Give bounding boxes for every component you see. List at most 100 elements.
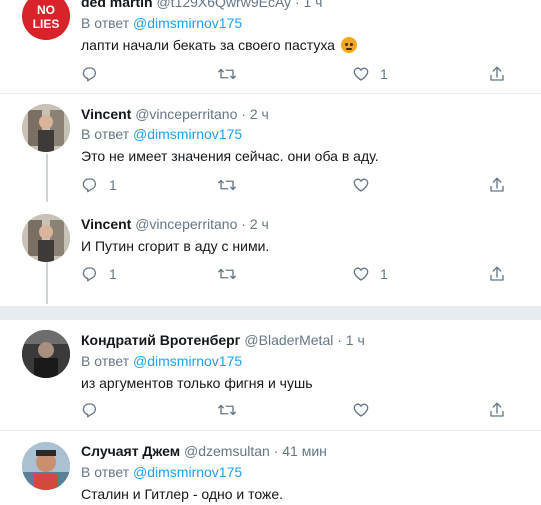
share-icon xyxy=(490,266,504,281)
tweet-header: Vincent @vinceperritano · 2 ч xyxy=(81,215,269,233)
reply-icon xyxy=(82,178,97,193)
author-name[interactable]: Случаят Джем xyxy=(81,443,180,459)
tweet-divider xyxy=(0,93,541,94)
like-button[interactable]: 1 xyxy=(352,64,388,84)
reply-context: В ответ @dimsmirnov175 xyxy=(81,352,242,370)
reply-prefix: В ответ xyxy=(81,126,130,142)
svg-text:NO: NO xyxy=(37,3,55,17)
retweet-icon xyxy=(218,68,236,80)
tweet-header: Vincent @vinceperritano · 2 ч xyxy=(81,105,269,123)
retweet-button[interactable] xyxy=(217,64,247,84)
tweet-actions: 1 xyxy=(0,64,541,84)
reply-button[interactable] xyxy=(81,64,109,84)
separator-dot: · xyxy=(294,0,300,10)
tweet-actions xyxy=(0,400,541,420)
share-button[interactable] xyxy=(488,400,506,420)
reply-button[interactable]: 1 xyxy=(81,264,117,284)
tweet-text: Это не имеет значения сейчас. они оба в … xyxy=(81,148,379,164)
tweet-actions: 1 xyxy=(0,175,541,195)
heart-icon xyxy=(353,267,369,281)
share-button[interactable] xyxy=(488,175,506,195)
avatar[interactable]: NO LIES xyxy=(22,0,70,40)
author-name[interactable]: Vincent xyxy=(81,106,131,122)
retweet-button[interactable] xyxy=(217,175,247,195)
author-name[interactable]: Vincent xyxy=(81,216,131,232)
timestamp[interactable]: 41 мин xyxy=(282,443,327,459)
reply-count: 1 xyxy=(109,266,117,282)
share-button[interactable] xyxy=(488,64,506,84)
thread-line xyxy=(46,262,48,304)
avatar[interactable] xyxy=(22,214,70,262)
timestamp[interactable]: 1 ч xyxy=(346,332,365,348)
author-name[interactable]: ded martin xyxy=(81,0,153,10)
reply-icon xyxy=(82,403,97,418)
reply-button[interactable] xyxy=(81,400,109,420)
share-button[interactable] xyxy=(488,264,506,284)
reply-mention-link[interactable]: @dimsmirnov175 xyxy=(133,15,242,31)
share-icon xyxy=(490,402,504,417)
author-handle[interactable]: @t129X6Qwrw9EcAy xyxy=(156,0,291,10)
author-name[interactable]: Кондратий Вротенберг xyxy=(81,332,241,348)
like-button[interactable]: 1 xyxy=(352,264,388,284)
reply-mention-link[interactable]: @dimsmirnov175 xyxy=(133,126,242,142)
like-button[interactable] xyxy=(352,175,380,195)
avatar[interactable] xyxy=(22,104,70,152)
reply-mention-link[interactable]: @dimsmirnov175 xyxy=(133,353,242,369)
avatar-photo-icon xyxy=(22,330,70,378)
separator-dot: · xyxy=(241,216,246,232)
tweet-header: Кондратий Вротенберг @BladerMetal · 1 ч xyxy=(81,331,365,349)
reply-icon xyxy=(82,267,97,282)
section-gap xyxy=(0,306,541,320)
retweet-button[interactable] xyxy=(217,264,247,284)
avatar[interactable] xyxy=(22,442,70,490)
avatar-photo-icon xyxy=(22,104,70,152)
timestamp[interactable]: 2 ч xyxy=(250,216,269,232)
like-count: 1 xyxy=(380,66,388,82)
share-icon xyxy=(490,66,504,81)
separator-dot: · xyxy=(273,443,279,459)
reply-mention-link[interactable]: @dimsmirnov175 xyxy=(133,464,242,480)
retweet-icon xyxy=(218,404,236,416)
tweet-header: ded martin @t129X6Qwrw9EcAy · 1 ч xyxy=(81,0,322,11)
reply-context: В ответ @dimsmirnov175 xyxy=(81,463,242,481)
author-handle[interactable]: @BladerMetal xyxy=(244,332,333,348)
tweet-divider xyxy=(0,430,541,431)
tweet-text: Сталин и Гитлер - одно и тоже. xyxy=(81,486,284,502)
author-handle[interactable]: @vinceperritano xyxy=(135,106,237,122)
reply-prefix: В ответ xyxy=(81,15,130,31)
tweet-text: из аргументов только фигня и чушь xyxy=(81,375,313,391)
heart-icon xyxy=(353,403,369,417)
reply-prefix: В ответ xyxy=(81,353,130,369)
like-count: 1 xyxy=(380,266,388,282)
reply-count: 1 xyxy=(109,177,117,193)
angry-face-icon xyxy=(340,37,357,53)
reply-prefix: В ответ xyxy=(81,464,130,480)
no-lies-logo-icon: NO LIES xyxy=(22,0,70,40)
like-button[interactable] xyxy=(352,400,380,420)
separator-dot: · xyxy=(337,332,342,348)
reply-button[interactable]: 1 xyxy=(81,175,117,195)
thread-line xyxy=(46,154,48,202)
heart-icon xyxy=(353,67,369,81)
tweet-text: И Путин сгорит в аду с ними. xyxy=(81,238,270,254)
tweet-actions: 1 1 xyxy=(0,264,541,284)
retweet-icon xyxy=(218,268,236,280)
reply-icon xyxy=(82,67,97,82)
share-icon xyxy=(490,177,504,192)
tweet-header: Случаят Джем @dzemsultan · 41 мин xyxy=(81,442,327,460)
avatar-photo-icon xyxy=(22,214,70,262)
avatar[interactable] xyxy=(22,330,70,378)
reply-context: В ответ @dimsmirnov175 xyxy=(81,125,242,143)
author-handle[interactable]: @dzemsultan xyxy=(184,443,270,459)
timestamp[interactable]: 2 ч xyxy=(250,106,269,122)
timestamp[interactable]: 1 ч xyxy=(304,0,323,10)
avatar-photo-icon xyxy=(22,442,70,490)
svg-text:LIES: LIES xyxy=(33,17,60,31)
tweet-text-content: лапти начали бекать за своего пастуха xyxy=(81,37,335,53)
reply-context: В ответ @dimsmirnov175 xyxy=(81,14,242,32)
retweet-button[interactable] xyxy=(217,400,247,420)
separator-dot: · xyxy=(241,106,246,122)
author-handle[interactable]: @vinceperritano xyxy=(135,216,237,232)
heart-icon xyxy=(353,178,369,192)
tweet-text: лапти начали бекать за своего пастуха xyxy=(81,36,357,54)
